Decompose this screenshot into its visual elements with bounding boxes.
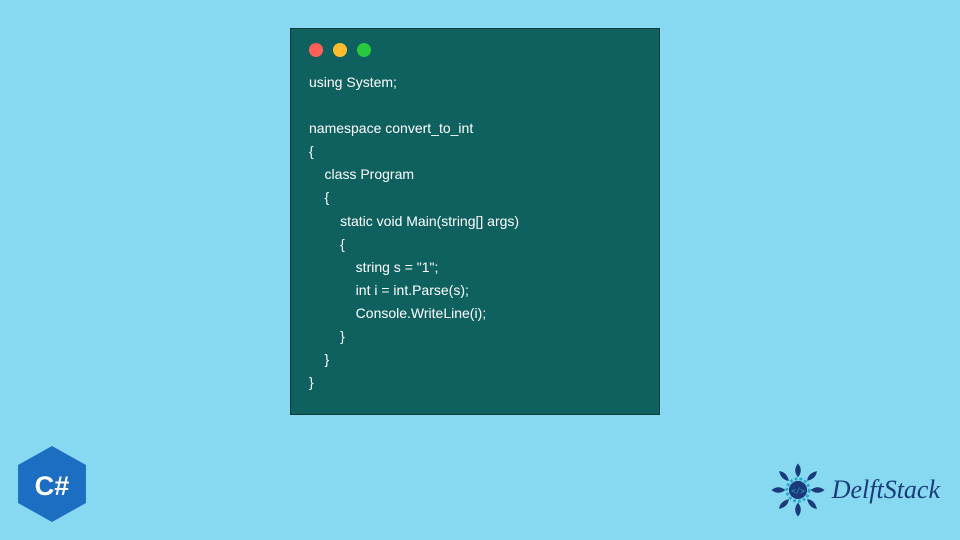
code-window: using System; namespace convert_to_int {… xyxy=(290,28,660,415)
delftstack-logo: </> DelftStack xyxy=(770,462,940,518)
minimize-icon xyxy=(333,43,347,57)
delftstack-text: DelftStack xyxy=(832,475,940,505)
code-block: using System; namespace convert_to_int {… xyxy=(309,71,641,394)
maximize-icon xyxy=(357,43,371,57)
close-icon xyxy=(309,43,323,57)
svg-text:</>: </> xyxy=(791,487,805,496)
delftstack-icon: </> xyxy=(770,462,826,518)
traffic-lights xyxy=(309,43,641,57)
csharp-badge-icon: C# xyxy=(18,446,86,522)
csharp-text: C# xyxy=(35,470,70,501)
